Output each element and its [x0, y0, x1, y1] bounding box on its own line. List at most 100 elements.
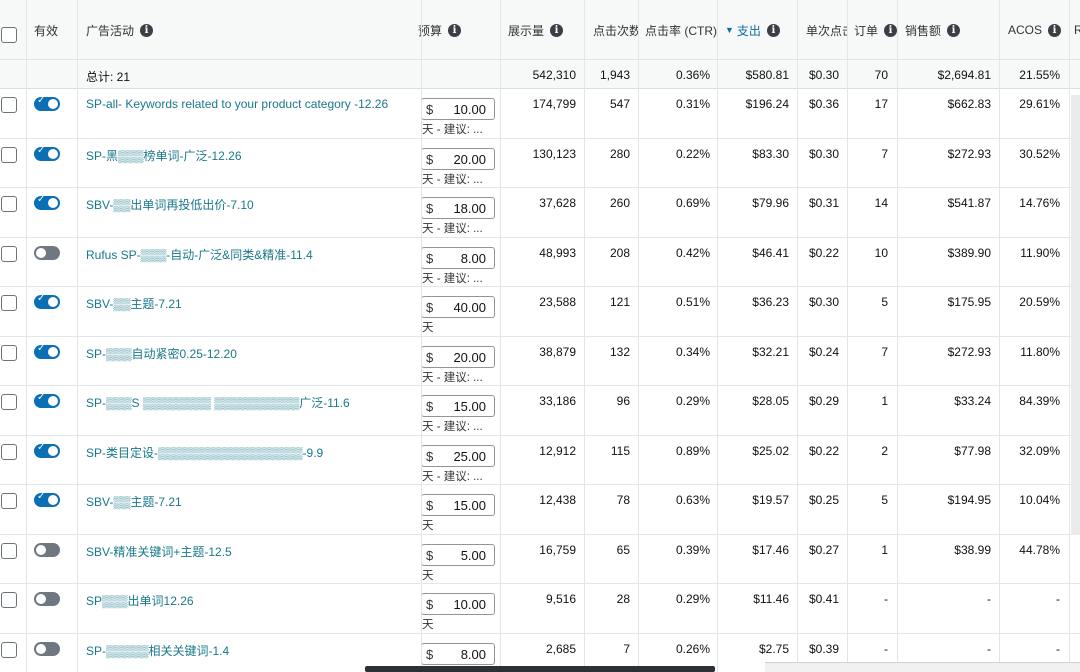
campaign-link[interactable]: SP-▒▒▒▒▒相关关键词-1.4	[86, 642, 418, 659]
budget-suggestion[interactable]: 天	[422, 517, 434, 533]
table-row: ✓ SBV-▒▒主题-7.21 $15.00 天 12,438 78 0.63% $19.57…	[0, 485, 1080, 535]
header-impressions[interactable]: 展示量 i	[508, 0, 584, 60]
budget-suggestion[interactable]: 天 - 建议: ...	[422, 121, 483, 137]
budget-suggestion[interactable]: 天 - 建议: ...	[422, 369, 483, 385]
budget-suggestion[interactable]: 天	[422, 319, 434, 335]
header-spend[interactable]: ▼ 支出 i	[725, 0, 797, 60]
campaign-table: 有效 广告活动 i 预算 i 展示量 i 点击次数 点击率 (CTR) ▼ 支出 i 单次…	[0, 0, 1080, 672]
active-toggle[interactable]	[34, 245, 60, 260]
row-checkbox[interactable]	[1, 245, 17, 262]
campaign-link[interactable]: SP▒▒▒出单词12.26	[86, 592, 418, 609]
row-checkbox[interactable]	[1, 641, 17, 658]
orders-value: 17	[874, 97, 888, 111]
header-sales[interactable]: 销售额 i	[905, 0, 997, 60]
header-orders[interactable]: 订单 i	[854, 0, 898, 60]
campaign-link[interactable]: SBV-▒▒主题-7.21	[86, 295, 418, 312]
budget-input[interactable]: $20.00	[421, 147, 495, 170]
active-toggle[interactable]	[34, 641, 60, 656]
orders-value: -	[884, 641, 888, 656]
cpc-value: $0.39	[808, 641, 839, 656]
row-checkbox[interactable]	[1, 443, 17, 460]
campaign-link[interactable]: SBV-精准关键词+主题-12.5	[86, 543, 418, 560]
budget-input[interactable]: $8.00	[421, 642, 495, 665]
campaign-link[interactable]: SP-all- Keywords related to your product…	[86, 97, 418, 111]
budget-input[interactable]: $15.00	[421, 395, 495, 417]
toggle-knob	[36, 544, 46, 555]
currency-symbol: $	[426, 102, 434, 117]
active-toggle[interactable]: ✓	[34, 343, 60, 359]
campaign-link[interactable]: SBV-▒▒主题-7.21	[86, 493, 418, 510]
cpc-value: $0.30	[808, 146, 839, 161]
header-acos[interactable]: ACOS i	[1008, 0, 1070, 60]
active-toggle[interactable]: ✓	[34, 491, 60, 507]
clicks-value: 121	[609, 295, 630, 309]
info-icon[interactable]: i	[884, 23, 898, 37]
budget-suggestion[interactable]: 天 - 建议: ...	[422, 270, 483, 286]
campaign-link[interactable]: SBV-▒▒出单词再投低出价-7.10	[86, 196, 418, 213]
info-icon[interactable]: i	[140, 23, 154, 37]
budget-input[interactable]: $25.00	[421, 444, 495, 467]
active-toggle[interactable]: ✓	[34, 442, 60, 458]
header-extra[interactable]: R	[1074, 0, 1080, 60]
budget-suggestion[interactable]: 天	[422, 567, 434, 583]
budget-input[interactable]: $18.00	[421, 197, 495, 219]
vertical-scrollbar[interactable]	[1071, 95, 1080, 535]
row-checkbox[interactable]	[1, 344, 17, 361]
budget-value: 15.00	[453, 399, 486, 414]
row-checkbox[interactable]	[1, 493, 17, 509]
active-toggle[interactable]	[34, 542, 60, 557]
toggle-knob	[48, 495, 58, 505]
orders-value: 5	[881, 493, 888, 507]
budget-input[interactable]: $10.00	[421, 98, 495, 120]
table-row: SP▒▒▒出单词12.26 $10.00 天 9,516 28 0.29% $11.46 $0…	[0, 584, 1080, 634]
info-icon[interactable]: i	[947, 23, 961, 37]
info-icon[interactable]: i	[1048, 23, 1062, 37]
header-campaign[interactable]: 广告活动 i	[86, 0, 416, 60]
clicks-value: 115	[610, 443, 630, 458]
budget-input[interactable]: $20.00	[421, 345, 495, 368]
row-checkbox[interactable]	[1, 196, 17, 212]
check-icon: ✓	[37, 293, 46, 304]
select-all-checkbox[interactable]	[1, 27, 17, 43]
row-checkbox[interactable]	[1, 394, 17, 410]
active-toggle[interactable]	[34, 592, 60, 606]
spend-value: $19.57	[752, 493, 789, 507]
header-active[interactable]: 有效	[34, 0, 74, 60]
header-ctr[interactable]: 点击率 (CTR)	[645, 0, 717, 60]
active-toggle[interactable]: ✓	[34, 145, 60, 161]
budget-input[interactable]: $8.00	[421, 246, 495, 269]
budget-suggestion[interactable]: 天	[422, 616, 434, 632]
horizontal-scrollbar[interactable]	[365, 666, 715, 672]
budget-input[interactable]: $5.00	[421, 543, 495, 566]
campaign-link[interactable]: SP-▒▒▒S ▒▒▒▒▒▒▒▒ ▒▒▒▒▒▒▒▒▒▒广泛-11.6	[86, 394, 418, 411]
acos-value: 29.61%	[1019, 97, 1060, 111]
campaign-link[interactable]: SP-▒▒▒自动紧密0.25-12.20	[86, 345, 418, 362]
budget-suggestion[interactable]: 天 - 建议: ...	[422, 468, 483, 484]
active-toggle[interactable]: ✓	[34, 392, 60, 408]
budget-suggestion[interactable]: 天 - 建议: ...	[422, 171, 483, 187]
active-toggle[interactable]: ✓	[34, 293, 60, 309]
impressions-value: 174,799	[532, 97, 576, 111]
budget-suggestion[interactable]: 天 - 建议: ...	[422, 220, 483, 236]
campaign-link[interactable]: SP-类目定设-▒▒▒▒▒▒▒▒▒▒▒▒▒▒▒▒▒-9.9	[86, 444, 418, 461]
active-toggle[interactable]: ✓	[34, 194, 60, 210]
campaign-link[interactable]: Rufus SP-▒▒▒-自动-广泛&同类&精准-11.4	[86, 246, 418, 263]
budget-input[interactable]: $15.00	[421, 494, 495, 516]
campaign-link[interactable]: SP-黑▒▒▒榜单词-广泛-12.26	[86, 147, 418, 164]
row-checkbox[interactable]	[1, 542, 17, 559]
info-icon[interactable]: i	[550, 23, 564, 37]
budget-input[interactable]: $40.00	[421, 296, 495, 318]
sort-down-icon[interactable]: ▼	[725, 25, 734, 35]
active-toggle[interactable]: ✓	[34, 95, 60, 111]
row-checkbox[interactable]	[1, 146, 17, 163]
header-cpc[interactable]: 单次点击	[806, 0, 848, 60]
info-icon[interactable]: i	[448, 23, 462, 37]
row-checkbox[interactable]	[1, 97, 17, 113]
cpc-value: $0.22	[808, 443, 839, 458]
row-checkbox[interactable]	[1, 592, 17, 608]
budget-suggestion[interactable]: 天 - 建议: ...	[422, 418, 483, 434]
row-checkbox[interactable]	[1, 295, 17, 311]
info-icon[interactable]: i	[766, 23, 780, 37]
header-clicks[interactable]: 点击次数	[593, 0, 638, 60]
budget-input[interactable]: $10.00	[421, 593, 495, 615]
